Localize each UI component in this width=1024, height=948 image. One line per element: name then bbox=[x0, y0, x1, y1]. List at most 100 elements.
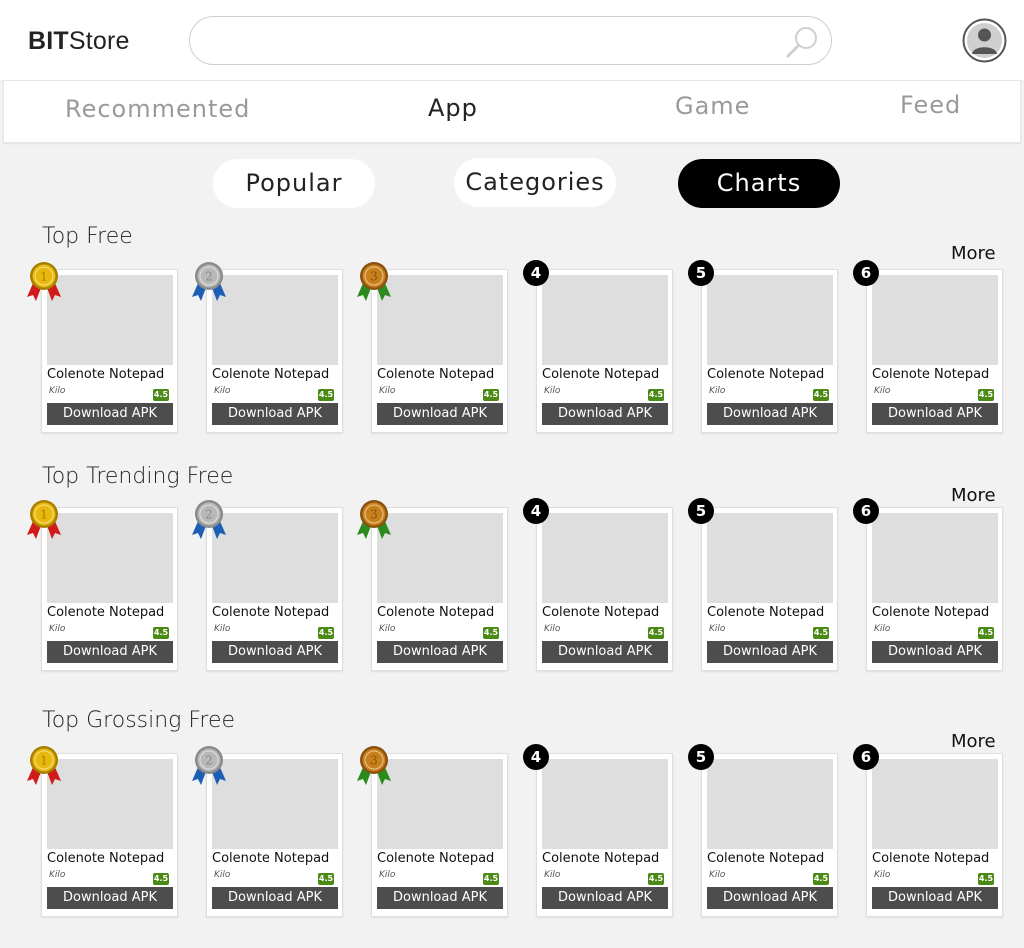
app-name[interactable]: Colenote Notepad bbox=[707, 605, 837, 620]
app-thumbnail[interactable] bbox=[212, 275, 338, 365]
more-link-top-trending-free[interactable]: More bbox=[951, 485, 996, 506]
app-card[interactable]: Colenote Notepad Kilo 4.5 Download APK bbox=[866, 269, 1003, 433]
main-nav: Recommented App Game Feed bbox=[3, 80, 1021, 143]
app-card[interactable]: Colenote Notepad Kilo 4.5 Download APK bbox=[866, 753, 1003, 917]
subtab-popular[interactable]: Popular bbox=[213, 159, 375, 208]
app-thumbnail[interactable] bbox=[542, 759, 668, 849]
app-name[interactable]: Colenote Notepad bbox=[872, 367, 1002, 382]
app-thumbnail[interactable] bbox=[872, 513, 998, 603]
app-name[interactable]: Colenote Notepad bbox=[872, 851, 1002, 866]
app-card[interactable]: Colenote Notepad Kilo 4.5 Download APK bbox=[866, 507, 1003, 671]
download-apk-button[interactable]: Download APK bbox=[542, 641, 668, 663]
app-thumbnail[interactable] bbox=[872, 759, 998, 849]
rating-badge: 4.5 bbox=[813, 873, 829, 885]
medal-icon: 1 bbox=[27, 746, 61, 785]
medal-rank-number: 3 bbox=[370, 754, 378, 768]
section-title-top-free: Top Free bbox=[42, 224, 133, 249]
app-developer: Kilo bbox=[49, 386, 66, 396]
app-name[interactable]: Colenote Notepad bbox=[47, 851, 177, 866]
download-apk-button[interactable]: Download APK bbox=[707, 887, 833, 909]
download-apk-button[interactable]: Download APK bbox=[542, 887, 668, 909]
app-name[interactable]: Colenote Notepad bbox=[377, 851, 507, 866]
rating-badge: 4.5 bbox=[153, 627, 169, 639]
download-apk-button[interactable]: Download APK bbox=[47, 641, 173, 663]
app-name[interactable]: Colenote Notepad bbox=[212, 851, 342, 866]
tab-game[interactable]: Game bbox=[675, 92, 750, 120]
app-thumbnail[interactable] bbox=[872, 275, 998, 365]
app-card[interactable]: Colenote Notepad Kilo 4.5 Download APK bbox=[536, 753, 673, 917]
download-apk-button[interactable]: Download APK bbox=[212, 887, 338, 909]
tab-recommended[interactable]: Recommented bbox=[65, 95, 250, 123]
app-name[interactable]: Colenote Notepad bbox=[47, 367, 177, 382]
rating-badge: 4.5 bbox=[978, 873, 994, 885]
medal-rank-number: 1 bbox=[40, 508, 48, 522]
app-thumbnail[interactable] bbox=[47, 275, 173, 365]
download-apk-button[interactable]: Download APK bbox=[542, 403, 668, 425]
download-apk-button[interactable]: Download APK bbox=[47, 403, 173, 425]
download-apk-button[interactable]: Download APK bbox=[377, 403, 503, 425]
rating-badge: 4.5 bbox=[318, 389, 334, 401]
app-header: BITStore bbox=[0, 0, 1024, 80]
app-name[interactable]: Colenote Notepad bbox=[47, 605, 177, 620]
app-card[interactable]: Colenote Notepad Kilo 4.5 Download APK bbox=[536, 507, 673, 671]
app-name[interactable]: Colenote Notepad bbox=[707, 851, 837, 866]
more-link-top-grossing-free[interactable]: More bbox=[951, 731, 996, 752]
search-icon[interactable] bbox=[785, 24, 821, 60]
search-bar[interactable] bbox=[189, 16, 832, 65]
app-thumbnail[interactable] bbox=[47, 513, 173, 603]
app-card[interactable]: Colenote Notepad Kilo 4.5 Download APK bbox=[536, 269, 673, 433]
download-apk-button[interactable]: Download APK bbox=[707, 641, 833, 663]
download-apk-button[interactable]: Download APK bbox=[377, 641, 503, 663]
app-thumbnail[interactable] bbox=[377, 513, 503, 603]
app-thumbnail[interactable] bbox=[377, 275, 503, 365]
tab-feed[interactable]: Feed bbox=[900, 91, 961, 119]
app-name[interactable]: Colenote Notepad bbox=[542, 367, 672, 382]
app-developer: Kilo bbox=[214, 624, 231, 634]
search-input[interactable] bbox=[210, 25, 770, 57]
rank-badge: 6 bbox=[853, 744, 879, 770]
app-name[interactable]: Colenote Notepad bbox=[377, 367, 507, 382]
download-apk-button[interactable]: Download APK bbox=[872, 403, 998, 425]
download-apk-button[interactable]: Download APK bbox=[212, 641, 338, 663]
logo-bold-text: BIT bbox=[28, 27, 69, 55]
app-developer: Kilo bbox=[544, 386, 561, 396]
app-thumbnail[interactable] bbox=[542, 513, 668, 603]
subtab-categories[interactable]: Categories bbox=[454, 158, 616, 207]
subtab-charts[interactable]: Charts bbox=[678, 159, 840, 208]
logo-rest-text: Store bbox=[68, 27, 130, 55]
medal-icon: 3 bbox=[357, 500, 391, 539]
medal-icon: 2 bbox=[192, 746, 226, 785]
download-apk-button[interactable]: Download APK bbox=[212, 403, 338, 425]
app-name[interactable]: Colenote Notepad bbox=[212, 367, 342, 382]
app-name[interactable]: Colenote Notepad bbox=[542, 851, 672, 866]
download-apk-button[interactable]: Download APK bbox=[872, 887, 998, 909]
user-avatar-icon[interactable] bbox=[962, 18, 1007, 63]
app-name[interactable]: Colenote Notepad bbox=[707, 367, 837, 382]
app-name[interactable]: Colenote Notepad bbox=[377, 605, 507, 620]
app-thumbnail[interactable] bbox=[707, 759, 833, 849]
download-apk-button[interactable]: Download APK bbox=[872, 641, 998, 663]
more-link-top-free[interactable]: More bbox=[951, 243, 996, 264]
app-thumbnail[interactable] bbox=[542, 275, 668, 365]
download-apk-button[interactable]: Download APK bbox=[377, 887, 503, 909]
app-developer: Kilo bbox=[49, 870, 66, 880]
app-card[interactable]: Colenote Notepad Kilo 4.5 Download APK bbox=[701, 753, 838, 917]
app-card[interactable]: Colenote Notepad Kilo 4.5 Download APK bbox=[701, 269, 838, 433]
app-thumbnail[interactable] bbox=[707, 275, 833, 365]
app-thumbnail[interactable] bbox=[212, 513, 338, 603]
tab-app[interactable]: App bbox=[428, 94, 478, 122]
app-card[interactable]: Colenote Notepad Kilo 4.5 Download APK bbox=[701, 507, 838, 671]
app-name[interactable]: Colenote Notepad bbox=[872, 605, 1002, 620]
app-developer: Kilo bbox=[874, 624, 891, 634]
app-developer: Kilo bbox=[379, 870, 396, 880]
download-apk-button[interactable]: Download APK bbox=[47, 887, 173, 909]
app-thumbnail[interactable] bbox=[212, 759, 338, 849]
download-apk-button[interactable]: Download APK bbox=[707, 403, 833, 425]
app-name[interactable]: Colenote Notepad bbox=[212, 605, 342, 620]
app-name[interactable]: Colenote Notepad bbox=[542, 605, 672, 620]
app-thumbnail[interactable] bbox=[707, 513, 833, 603]
app-thumbnail[interactable] bbox=[47, 759, 173, 849]
app-thumbnail[interactable] bbox=[377, 759, 503, 849]
app-developer: Kilo bbox=[874, 870, 891, 880]
brand-logo[interactable]: BITStore bbox=[28, 27, 130, 56]
